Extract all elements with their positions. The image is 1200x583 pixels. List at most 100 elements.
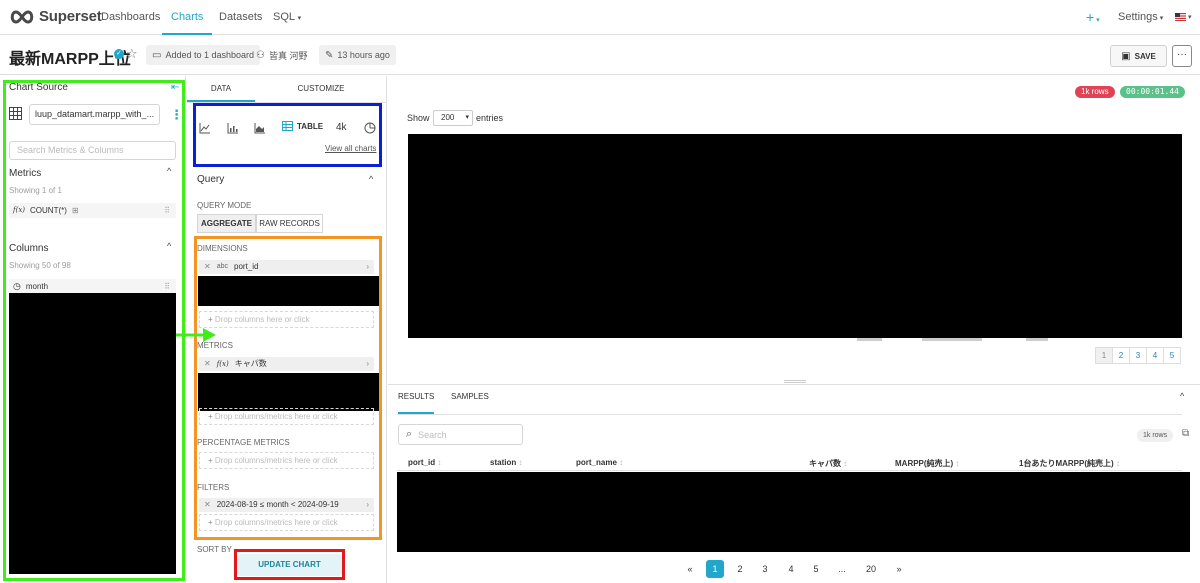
metrics-dropzone[interactable]: + Drop columns/metrics here or click xyxy=(199,408,374,425)
results-search-input[interactable]: ⌕ Search xyxy=(398,424,523,445)
sort-icon: ↕ xyxy=(1115,459,1120,468)
table-page-4[interactable]: 4 xyxy=(1146,347,1164,364)
metric-pill[interactable]: ✕ f(x) キャパ数 › xyxy=(199,357,374,371)
tab-data[interactable]: DATA xyxy=(187,78,255,102)
dataset-menu-icon[interactable]: ⋮ xyxy=(170,106,183,123)
column-header-marpp-per-unit[interactable]: 1台あたりMARPP(純売上) ↕ xyxy=(1019,458,1120,469)
collapse-panel-icon[interactable]: ⇤ xyxy=(171,82,179,93)
nav-sql[interactable]: SQL ▾ xyxy=(273,0,301,35)
chevron-down-icon: ▾ xyxy=(1094,17,1100,24)
save-button[interactable]: ▣ SAVE xyxy=(1110,45,1167,67)
nav-dashboards[interactable]: Dashboards xyxy=(101,0,160,35)
star-icon[interactable]: ☆ xyxy=(126,46,138,62)
column-header-label: MARPP(純売上) xyxy=(895,459,954,468)
metric-item[interactable]: f(x) COUNT(*) ⊞ ⠿ xyxy=(9,203,176,218)
remove-icon[interactable]: ✕ xyxy=(204,260,211,274)
column-header-label: port_name xyxy=(576,458,617,467)
results-page-3[interactable]: 3 xyxy=(756,560,774,578)
tab-samples[interactable]: SAMPLES xyxy=(451,392,489,414)
results-page-1[interactable]: 1 xyxy=(706,560,724,578)
added-to-label: Added to 1 dashboard xyxy=(165,50,255,60)
dashboards-added-pill[interactable]: ▭ Added to 1 dashboard xyxy=(146,45,261,65)
drag-handle-icon[interactable]: ⠿ xyxy=(164,282,170,291)
table-page-5[interactable]: 5 xyxy=(1163,347,1181,364)
query-time-badge: 00:00:01.44 xyxy=(1120,86,1185,98)
table-chart-option[interactable]: TABLE xyxy=(282,121,323,131)
table-page-3[interactable]: 3 xyxy=(1129,347,1147,364)
area-chart-icon[interactable] xyxy=(254,122,268,134)
dataset-name[interactable]: luup_datamart.marpp_with_... xyxy=(29,104,160,125)
drag-handle-icon[interactable]: ⠿ xyxy=(164,203,170,218)
aggregate-mode-button[interactable]: AGGREGATE xyxy=(197,214,256,233)
language-selector[interactable]: ▾ xyxy=(1175,13,1192,21)
redacted-metrics xyxy=(198,373,380,411)
tab-results[interactable]: RESULTS xyxy=(398,392,435,414)
dimensions-dropzone[interactable]: + Drop columns here or click xyxy=(199,311,374,328)
filters-label: FILTERS xyxy=(197,483,230,492)
results-header-divider xyxy=(397,470,1182,471)
chevron-up-icon[interactable]: ^ xyxy=(1180,391,1184,401)
line-chart-icon[interactable] xyxy=(199,122,213,134)
raw-records-mode-button[interactable]: RAW RECORDS xyxy=(256,214,323,233)
dimension-pill[interactable]: ✕ abc port_id › xyxy=(199,260,374,274)
settings-menu[interactable]: Settings ▾ xyxy=(1118,0,1163,35)
search-metrics-input[interactable]: Search Metrics & Columns xyxy=(9,141,176,160)
table-chart-icon xyxy=(282,121,293,131)
sort-icon: ↕ xyxy=(518,458,523,467)
bar-chart-icon[interactable] xyxy=(227,122,241,134)
column-header-port-name[interactable]: port_name ↕ xyxy=(576,458,623,467)
nav-charts[interactable]: Charts xyxy=(162,0,213,35)
redacted-dimensions xyxy=(198,276,380,306)
column-header-capacity[interactable]: キャパ数 ↕ xyxy=(809,458,847,469)
results-page-4[interactable]: 4 xyxy=(782,560,800,578)
nav-sql-label: SQL xyxy=(273,11,295,23)
view-all-charts-link[interactable]: View all charts xyxy=(325,144,376,153)
copy-icon[interactable]: ⧉ xyxy=(1182,428,1189,439)
column-header-port-id[interactable]: port_id ↕ xyxy=(408,458,441,467)
results-row-count: 1k rows xyxy=(1137,429,1174,442)
dimensions-dropzone-text: Drop columns here or click xyxy=(214,315,310,324)
modified-info: ✎ 13 hours ago xyxy=(319,45,396,65)
update-chart-button[interactable]: UPDATE CHART xyxy=(237,554,342,576)
chevron-up-icon[interactable]: ^ xyxy=(369,174,373,184)
more-actions-button[interactable]: ··· xyxy=(1172,45,1192,67)
new-item-button[interactable]: + ▾ xyxy=(1086,0,1100,35)
columns-heading[interactable]: Columns xyxy=(9,243,48,254)
column-header-label: station xyxy=(490,458,517,467)
results-page-20[interactable]: 20 xyxy=(862,560,880,578)
chart-title[interactable]: 最新MARPP上位 xyxy=(9,45,131,69)
chevron-up-icon[interactable]: ^ xyxy=(167,241,171,251)
column-header-marpp[interactable]: MARPP(純売上) ↕ xyxy=(895,458,959,469)
superset-logo[interactable]: Superset xyxy=(9,8,102,25)
sort-by-label: SORT BY xyxy=(197,545,232,554)
table-icon xyxy=(9,107,22,120)
metrics-heading[interactable]: Metrics xyxy=(9,168,41,179)
tab-customize[interactable]: CUSTOMIZE xyxy=(255,78,387,102)
filters-dropzone[interactable]: + Drop columns/metrics here or click xyxy=(199,514,374,531)
last-page-button[interactable]: » xyxy=(890,560,908,578)
pie-chart-icon[interactable] xyxy=(364,122,378,134)
column-item[interactable]: ◷ month ⠿ xyxy=(9,279,176,293)
string-type-icon: abc xyxy=(216,263,228,270)
resize-handle[interactable] xyxy=(784,380,806,383)
first-page-button[interactable]: « xyxy=(681,560,699,578)
chart-source-heading: Chart Source xyxy=(9,82,68,93)
filter-pill[interactable]: ✕ 2024-08-19 ≤ month < 2024-09-19 › xyxy=(199,498,374,512)
owner-name: 皆真 河野 xyxy=(268,50,308,61)
percentage-metrics-dropzone[interactable]: + Drop columns/metrics here or click xyxy=(199,452,374,469)
results-page-2[interactable]: 2 xyxy=(731,560,749,578)
entries-select[interactable]: 200 ▾ xyxy=(433,110,473,126)
table-page-2[interactable]: 2 xyxy=(1112,347,1130,364)
query-heading[interactable]: Query xyxy=(197,174,224,185)
results-page-5[interactable]: 5 xyxy=(807,560,825,578)
column-header-label: port_id xyxy=(408,458,436,467)
chevron-up-icon[interactable]: ^ xyxy=(167,166,171,176)
big-number-option[interactable]: 4k xyxy=(336,122,347,133)
remove-icon[interactable]: ✕ xyxy=(204,357,211,371)
superset-logo-icon xyxy=(10,9,34,24)
entries-label: entries xyxy=(476,113,504,123)
table-page-1[interactable]: 1 xyxy=(1095,347,1113,364)
remove-icon[interactable]: ✕ xyxy=(204,498,211,512)
column-header-station[interactable]: station ↕ xyxy=(490,458,522,467)
nav-datasets[interactable]: Datasets xyxy=(219,0,262,35)
